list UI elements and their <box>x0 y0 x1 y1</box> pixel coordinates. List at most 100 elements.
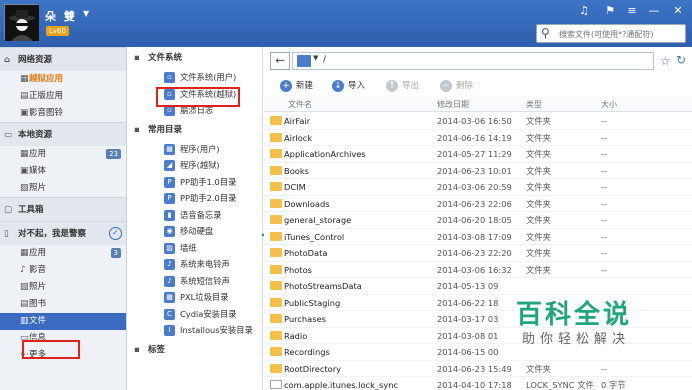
table-row[interactable]: Books 2014-06-23 10:01 文件夹 -- <box>264 163 692 179</box>
section-device[interactable]: ▯ 对不起，我是警察 ✓ <box>0 221 126 245</box>
tree-item-pp1[interactable]: P PP助手1.0目录 <box>128 174 262 191</box>
file-name: iTunes_Control <box>284 231 345 242</box>
sidebar-item-device-media[interactable]: ♪ 影音 <box>0 262 126 279</box>
media-icon: ▣ <box>20 108 29 118</box>
table-row[interactable]: general_storage 2014-06-20 18:05 文件夹 -- <box>264 212 692 229</box>
section-local[interactable]: ▭ 本地资源 <box>0 122 126 146</box>
column-modified[interactable]: 修改日期 <box>437 97 469 112</box>
check-icon: ✓ <box>109 227 122 240</box>
username[interactable]: 朵 雙 <box>45 8 77 24</box>
sidebar-item-local-photos[interactable]: ▧ 照片 <box>0 180 126 197</box>
tree-header-common[interactable]: ▪ 常用目录 <box>128 119 262 141</box>
table-row[interactable]: ApplicationArchives 2014-05-27 11:29 文件夹 -- <box>264 146 692 163</box>
file-date: 2014-05-27 11:29 <box>437 149 512 159</box>
folder-icon <box>270 149 282 158</box>
tree-item-external-drive[interactable]: ◉ 移动硬盘 <box>128 223 262 240</box>
sidebar-item-local-media[interactable]: ▣ 媒体 <box>0 163 126 180</box>
tree-item-programs-user[interactable]: ▦ 程序(用户) <box>128 141 262 158</box>
item-label: 越狱应用 <box>29 74 64 84</box>
photo-icon: ▧ <box>20 183 29 193</box>
sidebar-item-device-photos[interactable]: ▧ 照片 <box>0 279 126 296</box>
tree-item-wallpaper[interactable]: ▨ 墙纸 <box>128 240 262 257</box>
file-size: -- <box>601 264 607 275</box>
app-window: 朵 雙 ▼ Lv60 ♫ ⚑ ≡ — ✕ ⚲ ⌂网络资源 ▦越狱应用 ▤正版应用… <box>0 0 692 390</box>
file-date: 2014-04-10 17:18 <box>437 380 512 390</box>
watermark-subtitle: 助你轻松解决 <box>522 332 631 347</box>
tree-item-programs-jailbreak[interactable]: ◢ 程序(越狱) <box>128 157 262 174</box>
chevron-down-icon[interactable]: ▼ <box>313 54 318 62</box>
pp-icon: P <box>164 193 175 204</box>
chevron-down-icon[interactable]: ▼ <box>83 9 89 18</box>
avatar[interactable] <box>4 4 39 41</box>
section-label: 本地资源 <box>18 130 53 140</box>
close-icon[interactable]: ✕ <box>670 4 686 17</box>
table-row[interactable]: AirFair 2014-03-06 16:50 文件夹 -- <box>264 113 692 130</box>
section-network[interactable]: ⌂ 网络资源 <box>0 47 126 71</box>
delete-label: 删除 <box>456 81 474 91</box>
sidebar-item-device-apps[interactable]: ▦ 应用 3 <box>0 245 126 262</box>
sidebar-item-local-apps[interactable]: ▦ 应用 23 <box>0 146 126 163</box>
import-button[interactable]: ↓ 导入 <box>332 79 365 93</box>
search-box[interactable]: ⚲ <box>536 24 686 43</box>
table-row[interactable]: Photos 2014-03-06 16:32 文件夹 -- <box>264 262 692 278</box>
tree-item-sms-tones[interactable]: ♪ 系统短信铃声 <box>128 273 262 290</box>
collapse-icon: ▪ <box>134 53 140 63</box>
left-sidebar: ⌂ 网络资源 ▦ 越狱应用 ▤ 正版应用 ▣ 影音图铃 ▭ 本地资源 ▦ 应用 23 ▣ 媒体 … <box>0 47 127 390</box>
sidebar-item-device-books[interactable]: ▤ 图书 <box>0 296 126 313</box>
tree-item-installous[interactable]: I Installous安装目录 <box>128 322 262 339</box>
folder-icon <box>270 314 282 323</box>
sidebar-item-media-ringtones[interactable]: ▣ 影音图铃 <box>0 105 126 122</box>
table-row[interactable]: Airlock 2014-06-16 14:19 文件夹 -- <box>264 130 692 146</box>
photo-icon: ▧ <box>20 282 29 292</box>
column-name[interactable]: 文件名 <box>288 97 312 112</box>
tree-item-fs-user[interactable]: ▫ 文件系统(用户) <box>128 69 262 86</box>
collapse-icon: ▪ <box>134 344 140 355</box>
skin-icon[interactable]: ⚑ <box>602 4 618 17</box>
table-row[interactable]: com.apple.itunes.lock_sync 2014-04-10 17:… <box>264 377 692 390</box>
table-row[interactable]: PhotoData 2014-06-23 22:20 文件夹 -- <box>264 245 692 262</box>
export-button[interactable]: ↑ 导出 <box>386 79 419 93</box>
tree-header-tags[interactable]: ▪ 标签 <box>128 339 262 361</box>
directory-tree: ▪ 文件系统 ▫ 文件系统(用户) ▫ 文件系统(越狱) ▫ 崩溃日志 ▪ 常用目录 ▦ 程… <box>128 47 263 390</box>
tree-item-ringtones[interactable]: ♪ 系统来电铃声 <box>128 256 262 273</box>
tree-item-label: 系统来电铃声 <box>180 259 230 269</box>
address-bar[interactable]: ▼ / <box>292 52 654 70</box>
tree-item-cydia[interactable]: C Cydia安装目录 <box>128 306 262 323</box>
back-button[interactable]: ← <box>270 52 290 70</box>
item-label: 图书 <box>29 299 47 309</box>
tree-item-label: 墙纸 <box>180 242 197 253</box>
sidebar-item-jailbreak-apps[interactable]: ▦ 越狱应用 <box>0 71 126 88</box>
column-type[interactable]: 类型 <box>526 97 542 112</box>
item-label: 正版应用 <box>29 91 64 101</box>
file-size: -- <box>601 231 607 242</box>
file-name: DCIM <box>284 182 306 192</box>
item-label: 文件 <box>29 316 47 326</box>
search-input[interactable] <box>559 27 681 41</box>
tree-item-pxl[interactable]: ▩ PXL垃圾目录 <box>128 289 262 306</box>
table-row[interactable]: PhotoStreamsData 2014-05-13 09 <box>264 278 692 295</box>
new-button[interactable]: + 新建 <box>280 79 313 93</box>
refresh-icon[interactable]: ↻ <box>676 53 686 67</box>
menu-icon[interactable]: ≡ <box>624 4 640 17</box>
tree-header-filesystem[interactable]: ▪ 文件系统 <box>128 47 262 69</box>
star-icon[interactable]: ☆ <box>660 54 671 68</box>
minimize-icon[interactable]: — <box>646 4 662 17</box>
table-row[interactable]: DCIM 2014-03-06 20:59 文件夹 -- <box>264 179 692 196</box>
file-date: 2014-03-06 20:59 <box>437 182 512 192</box>
file-type: 文件夹 <box>526 264 551 275</box>
table-row[interactable]: RootDirectory 2014-06-23 15:49 文件夹 -- <box>264 361 692 377</box>
tree-item-voice-memos[interactable]: ▮ 语音备忘录 <box>128 207 262 224</box>
music-icon[interactable]: ♫ <box>576 4 592 17</box>
watermark-title: 百科全说 <box>516 300 633 330</box>
table-row[interactable]: iTunes_Control 2014-03-08 17:09 文件夹 -- <box>264 229 692 245</box>
tree-item-pp2[interactable]: P PP助手2.0目录 <box>128 190 262 207</box>
file-size: -- <box>601 363 607 374</box>
section-toolbox[interactable]: ▢ 工具箱 <box>0 197 126 221</box>
column-size[interactable]: 大小 <box>601 97 617 112</box>
delete-button[interactable]: − 删除 <box>440 79 473 93</box>
table-row[interactable]: Downloads 2014-06-23 22:06 文件夹 -- <box>264 196 692 212</box>
file-type: 文件夹 <box>526 248 551 258</box>
sidebar-item-genuine-apps[interactable]: ▤ 正版应用 <box>0 88 126 105</box>
count-badge: 23 <box>106 149 121 159</box>
sidebar-item-device-files[interactable]: ▥ 文件 <box>0 313 126 330</box>
